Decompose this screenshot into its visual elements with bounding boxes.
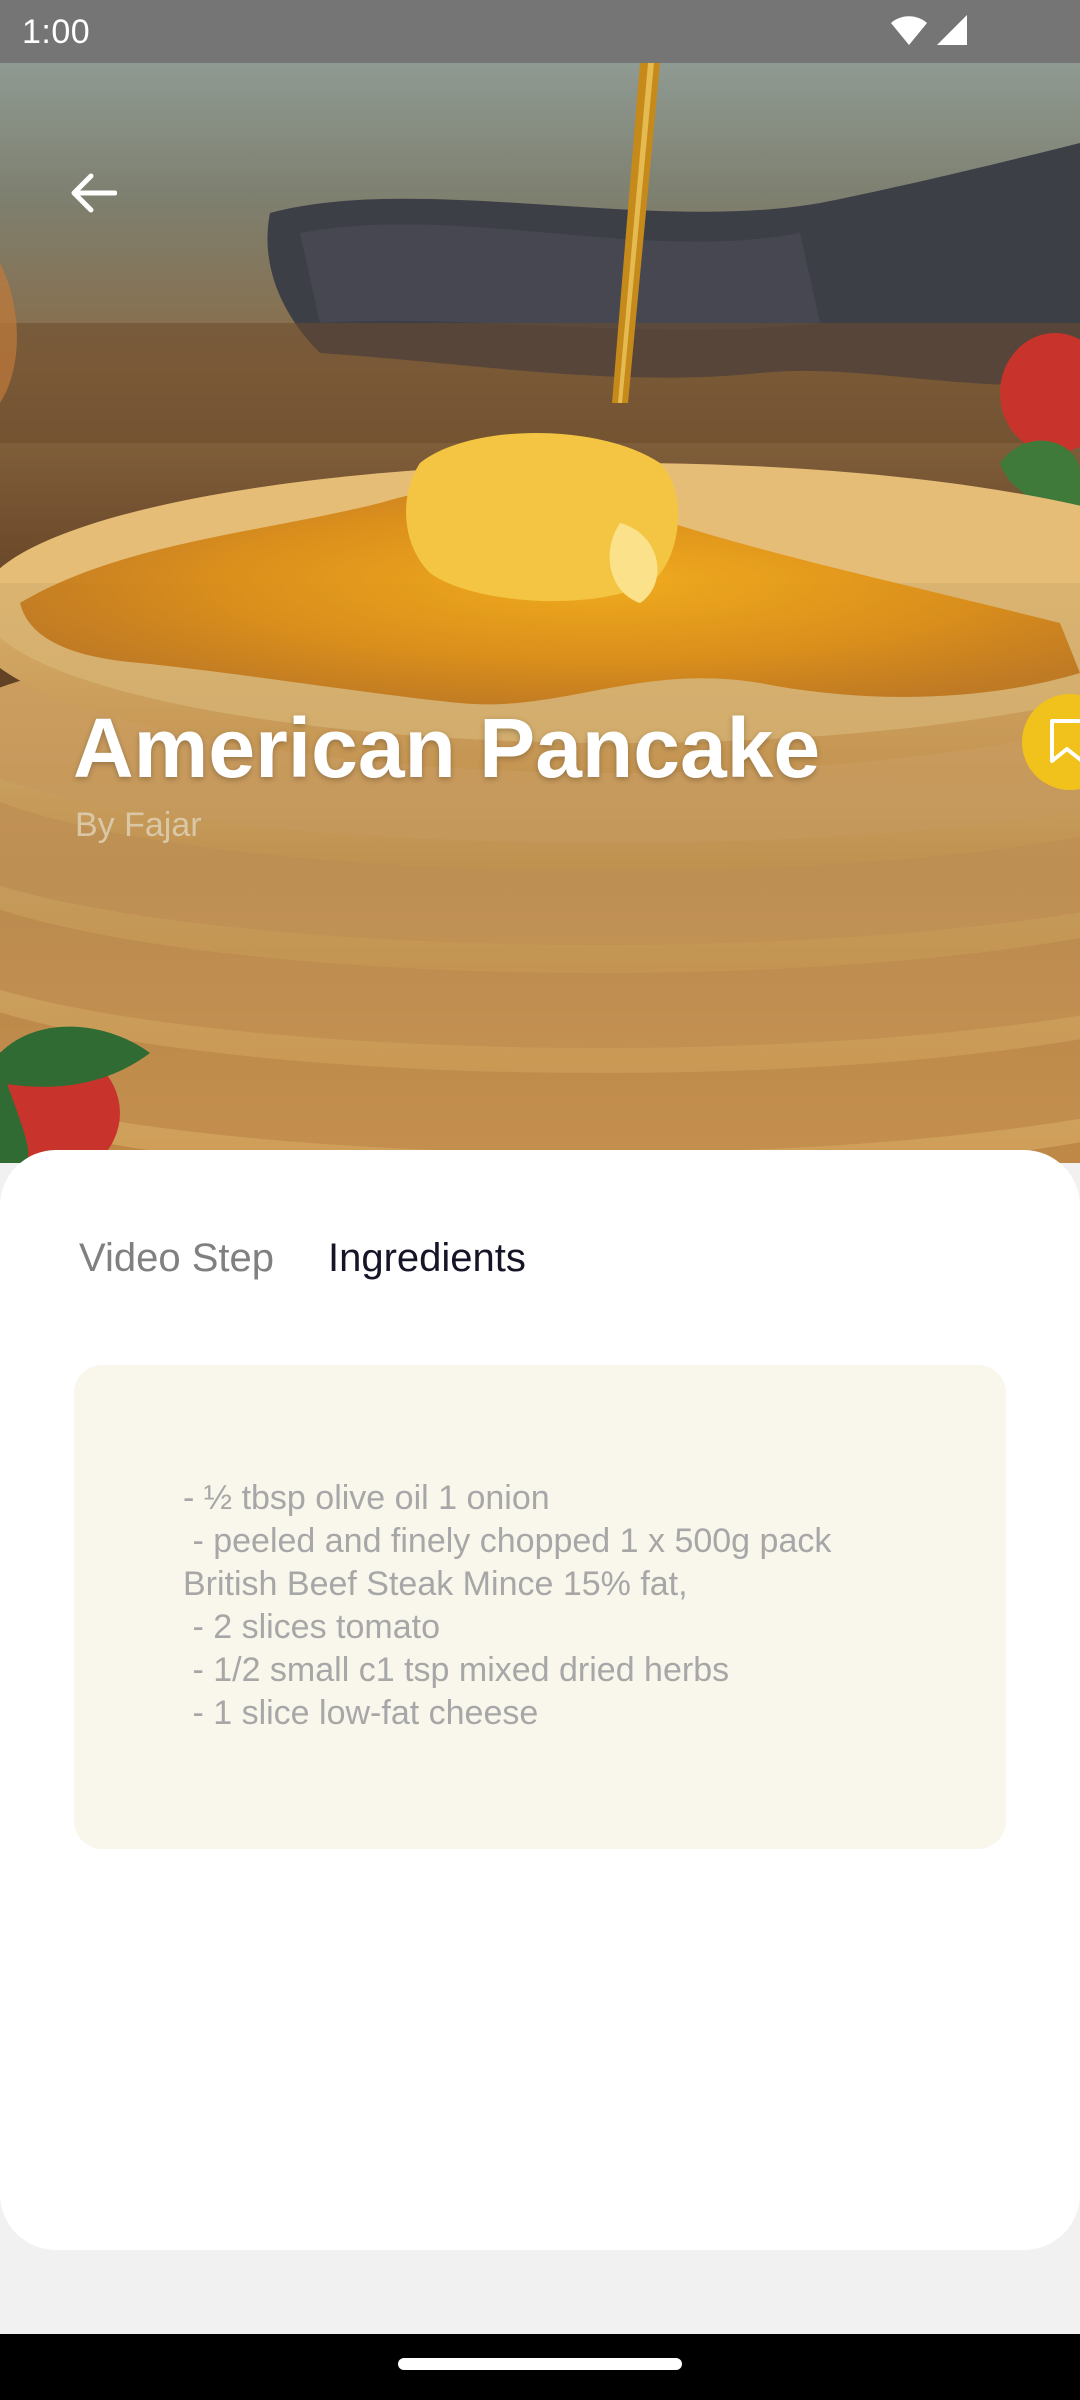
pancake-stack-image	[0, 63, 1080, 1163]
tab-ingredients[interactable]: Ingredients	[328, 1228, 526, 1288]
arrow-left-icon	[71, 173, 118, 218]
status-time: 1:00	[22, 13, 91, 51]
recipe-details-sheet: Video Step Ingredients - ½ tbsp olive oi…	[0, 1150, 1080, 2250]
home-indicator[interactable]	[398, 2358, 682, 2370]
cell-signal-icon	[936, 14, 968, 46]
tab-bar: Video Step Ingredients	[79, 1228, 526, 1288]
navigation-bar	[0, 2334, 1080, 2400]
back-button[interactable]	[62, 163, 126, 227]
wifi-icon	[890, 14, 928, 46]
recipe-title: American Pancake	[73, 701, 821, 795]
recipe-hero-image: American Pancake By Fajar	[0, 63, 1080, 1163]
ingredients-list: - ½ tbsp olive oil 1 onion - peeled and …	[183, 1479, 832, 1732]
status-icons	[890, 14, 968, 46]
ingredients-card: - ½ tbsp olive oil 1 onion - peeled and …	[74, 1365, 1006, 1849]
status-bar: 1:00	[0, 0, 1080, 63]
tab-video-step[interactable]: Video Step	[79, 1228, 274, 1288]
recipe-author: By Fajar	[75, 806, 202, 844]
